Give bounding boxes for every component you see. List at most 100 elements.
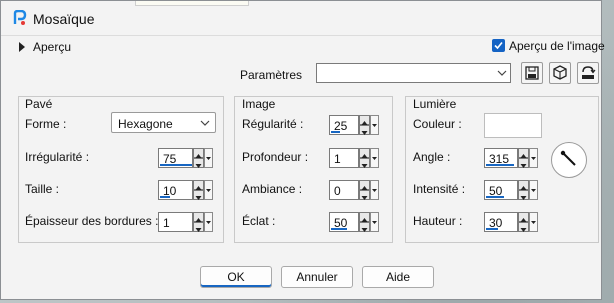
size-bar <box>160 196 170 198</box>
depth-field[interactable]: 1 <box>329 148 359 168</box>
regularity-stepper[interactable] <box>359 115 370 135</box>
slider-dropdown-button[interactable] <box>529 212 538 232</box>
step-down-icon[interactable] <box>193 190 204 200</box>
reset-icon <box>582 66 596 79</box>
floppy-icon <box>525 66 539 80</box>
cancel-button[interactable]: Annuler <box>281 266 353 288</box>
chevron-down-icon <box>206 189 211 192</box>
depth-spinbox[interactable]: 1 <box>329 148 384 168</box>
step-down-icon[interactable] <box>193 158 204 168</box>
regularity-spinbox[interactable]: 25 <box>329 115 384 135</box>
border-width-spinbox[interactable]: 1 <box>158 212 213 232</box>
angle-field[interactable]: 315 <box>484 148 518 168</box>
step-down-icon[interactable] <box>193 222 204 232</box>
slider-dropdown-button[interactable] <box>204 180 213 200</box>
step-down-icon[interactable] <box>518 222 529 232</box>
preview-label: Aperçu <box>33 40 72 54</box>
height-bar <box>486 228 498 230</box>
border-width-field[interactable]: 1 <box>158 212 193 232</box>
step-up-icon[interactable] <box>193 180 204 190</box>
slider-dropdown-button[interactable] <box>370 148 379 168</box>
resource-button[interactable] <box>549 62 571 84</box>
depth-value: 1 <box>334 152 341 166</box>
regularity-label: Régularité : <box>242 117 304 131</box>
slider-dropdown-button[interactable] <box>529 180 538 200</box>
border-width-stepper[interactable] <box>193 212 204 232</box>
save-preset-button[interactable] <box>521 62 543 84</box>
color-label: Couleur : <box>413 117 462 131</box>
intensity-bar <box>486 196 504 198</box>
step-down-icon[interactable] <box>518 158 529 168</box>
depth-stepper[interactable] <box>359 148 370 168</box>
step-up-icon[interactable] <box>193 148 204 158</box>
height-field[interactable]: 30 <box>484 212 518 232</box>
step-down-icon[interactable] <box>359 190 370 200</box>
mosaic-dialog: Mosaïque Aperçu Aperçu de l'image Paramè… <box>0 0 605 300</box>
size-stepper[interactable] <box>193 180 204 200</box>
glare-field[interactable]: 50 <box>329 212 359 232</box>
ambience-spinbox[interactable]: 0 <box>329 180 384 200</box>
title-bar[interactable]: Mosaïque <box>1 1 601 36</box>
shape-select[interactable]: Hexagone <box>111 112 216 133</box>
border-width-value: 1 <box>163 216 170 230</box>
slider-dropdown-button[interactable] <box>370 212 379 232</box>
glare-spinbox[interactable]: 50 <box>329 212 384 232</box>
irregularity-bar <box>160 164 192 166</box>
step-up-icon[interactable] <box>518 148 529 158</box>
step-up-icon[interactable] <box>359 115 370 125</box>
step-up-icon[interactable] <box>518 212 529 222</box>
slider-dropdown-button[interactable] <box>370 115 379 135</box>
height-spinbox[interactable]: 30 <box>484 212 539 232</box>
slider-dropdown-button[interactable] <box>370 180 379 200</box>
irregularity-spinbox[interactable]: 75 <box>158 148 213 168</box>
image-group-title: Image <box>242 97 276 111</box>
step-up-icon[interactable] <box>359 148 370 158</box>
step-down-icon[interactable] <box>518 190 529 200</box>
cancel-button-label: Annuler <box>296 270 338 284</box>
depth-label: Profondeur : <box>242 150 309 164</box>
chevron-down-icon <box>531 157 536 160</box>
app-logo-icon <box>13 10 27 25</box>
slider-dropdown-button[interactable] <box>204 212 213 232</box>
glare-stepper[interactable] <box>359 212 370 232</box>
step-up-icon[interactable] <box>359 212 370 222</box>
size-label: Taille : <box>25 182 60 196</box>
chevron-down-icon <box>372 157 377 160</box>
height-label: Hauteur : <box>413 214 463 228</box>
step-up-icon[interactable] <box>359 180 370 190</box>
image-preview-checkbox[interactable] <box>492 39 505 52</box>
step-down-icon[interactable] <box>359 158 370 168</box>
ambience-stepper[interactable] <box>359 180 370 200</box>
chevron-down-icon <box>206 221 211 224</box>
irregularity-field[interactable]: 75 <box>158 148 193 168</box>
slider-dropdown-button[interactable] <box>529 148 538 168</box>
irregularity-stepper[interactable] <box>193 148 204 168</box>
size-field[interactable]: 10 <box>158 180 193 200</box>
ambience-field[interactable]: 0 <box>329 180 359 200</box>
height-stepper[interactable] <box>518 212 529 232</box>
ok-button[interactable]: OK <box>200 266 272 288</box>
reset-button[interactable] <box>577 62 599 84</box>
angle-stepper[interactable] <box>518 148 529 168</box>
angle-spinbox[interactable]: 315 <box>484 148 539 168</box>
intensity-field[interactable]: 50 <box>484 180 518 200</box>
light-color-swatch[interactable] <box>484 113 542 138</box>
regularity-field[interactable]: 25 <box>329 115 359 135</box>
window-title: Mosaïque <box>33 11 95 27</box>
light-group-title: Lumière <box>413 97 457 111</box>
intensity-stepper[interactable] <box>518 180 529 200</box>
params-preset-select[interactable] <box>316 63 511 83</box>
step-up-icon[interactable] <box>193 212 204 222</box>
step-down-icon[interactable] <box>359 125 370 135</box>
intensity-spinbox[interactable]: 50 <box>484 180 539 200</box>
chevron-down-icon <box>372 221 377 224</box>
chevron-down-icon <box>206 157 211 160</box>
chevron-down-icon <box>200 120 210 126</box>
slider-dropdown-button[interactable] <box>204 148 213 168</box>
help-button[interactable]: Aide <box>362 266 434 288</box>
step-up-icon[interactable] <box>518 180 529 190</box>
ambience-label: Ambiance : <box>242 182 303 196</box>
step-down-icon[interactable] <box>359 222 370 232</box>
size-spinbox[interactable]: 10 <box>158 180 213 200</box>
angle-dial[interactable] <box>551 142 587 178</box>
